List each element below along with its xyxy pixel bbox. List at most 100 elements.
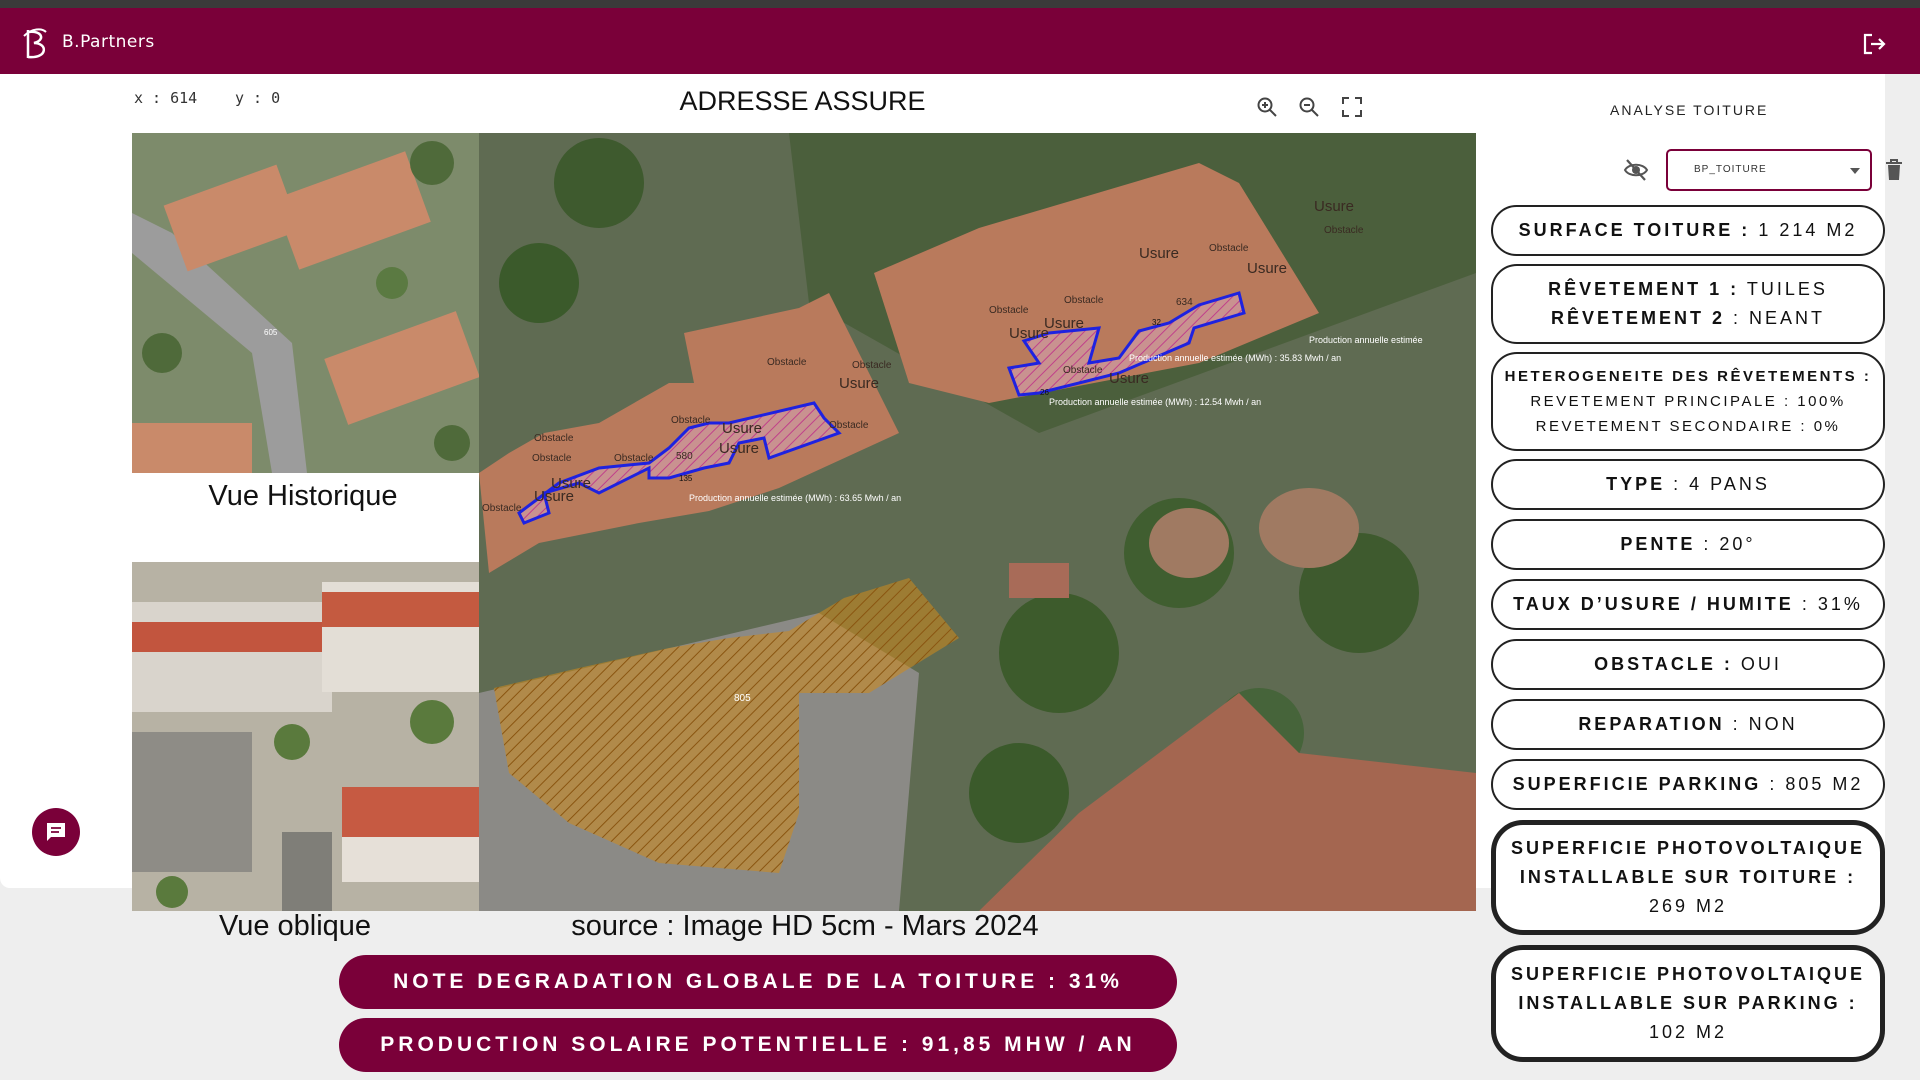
map-annotation: Obstacle [1209,243,1249,254]
map-annotation: Obstacle [767,357,807,368]
map-annotation: Obstacle [852,360,892,371]
card-obstacle: OBSTACLE : OUI [1491,639,1885,690]
card-label: INSTALLABLE SUR PARKING : [1518,993,1858,1013]
card-value: : 31% [1793,594,1863,614]
card-label: RÊVETEMENT 2 [1550,308,1725,328]
satellite-map[interactable]: Production annuelle estimée (MWh) : 63.6… [479,133,1476,911]
map-zone-label-135: Production annuelle estimée (MWh) : 63.6… [689,493,901,503]
layer-select[interactable]: BP_TOITURE [1666,149,1872,191]
card-label: SUPERFICIE PHOTOVOLTAIQUE [1510,838,1866,858]
historical-view-image: 605 [132,133,479,473]
map-annotation: Obstacle [1063,365,1103,376]
map-annotation: Obstacle [989,305,1029,316]
map-parking-label: 805 [734,693,751,704]
oblique-view-image [132,562,479,911]
coord-y-value: 0 [271,89,281,107]
card-value: REVETEMENT SECONDAIRE : 0% [1535,418,1841,435]
map-annotation: Obstacle [534,433,574,444]
map-annotation: Usure [1314,198,1354,215]
card-value: 102 M2 [1648,1022,1728,1042]
card-pente: PENTE : 20° [1491,519,1885,570]
map-annotation: Usure [1009,325,1049,342]
card-pv-toiture: SUPERFICIE PHOTOVOLTAIQUE INSTALLABLE SU… [1491,820,1885,935]
note-degradation-banner: NOTE DEGRADATION GLOBALE DE LA TOITURE :… [339,955,1177,1009]
card-value: : 20° [1695,534,1756,554]
map-annotation: Usure [1247,260,1287,277]
tab-analyse-toiture[interactable]: ANALYSE TOITURE [1592,82,1792,132]
chevron-down-icon [1850,168,1860,174]
card-label: SUPERFICIE PHOTOVOLTAIQUE [1510,964,1866,984]
card-superficie-parking: SUPERFICIE PARKING : 805 M2 [1491,759,1885,810]
map-annotation: Obstacle [614,453,654,464]
map-annotation: Usure [1109,370,1149,387]
card-label: SURFACE TOITURE : [1518,220,1751,240]
card-usure: TAUX D’USURE / HUMITE : 31% [1491,579,1885,630]
production-solaire-banner: PRODUCTION SOLAIRE POTENTIELLE : 91,85 M… [339,1018,1177,1072]
map-zone-label-26: Production annuelle estimée (MWh) : 12.5… [1049,397,1261,407]
historical-view-label: Vue Historique [208,480,398,512]
card-value: : NON [1724,714,1798,734]
map-annotation: 580 [676,451,693,462]
map-annotation: Obstacle [482,503,522,514]
logout-icon[interactable] [1860,30,1888,58]
map-annotation: Usure [839,375,879,392]
map-annotation: 634 [1176,297,1193,308]
brand-logo [23,28,47,59]
coord-x-value: 614 [170,89,198,107]
chat-button[interactable] [32,808,80,856]
page-title: ADRESSE ASSURE [679,86,926,116]
card-pv-parking: SUPERFICIE PHOTOVOLTAIQUE INSTALLABLE SU… [1491,945,1885,1062]
card-value: REVETEMENT PRINCIPALE : 100% [1530,393,1846,410]
card-label: TAUX D’USURE / HUMITE [1513,594,1794,614]
window-top-strip [0,0,1920,8]
coord-y-label: y : [235,89,263,107]
card-value: : 805 M2 [1761,774,1864,794]
layer-select-value: BP_TOITURE [1694,164,1767,175]
card-value: OUI [1732,654,1782,674]
map-annotation: Obstacle [1324,225,1364,236]
map-zone-label-extra: Production annuelle estimée [1309,335,1423,345]
card-reparation: REPARATION : NON [1491,699,1885,750]
trash-icon[interactable] [1884,158,1904,182]
map-zone-id: 26 [1040,388,1049,397]
map-annotation: Usure [534,488,574,505]
card-label: PENTE [1620,534,1696,554]
zoom-out-icon[interactable] [1298,96,1320,118]
map-annotation: Obstacle [829,420,869,431]
fullscreen-icon[interactable] [1341,96,1363,118]
image-source-label: source : Image HD 5cm - Mars 2024 [571,910,1039,942]
map-annotation: Usure [722,420,762,437]
card-label: REPARATION [1578,714,1725,734]
map-annotation: Usure [719,440,759,457]
chat-icon [47,823,65,841]
card-value: 1 214 M2 [1750,220,1858,240]
card-label: HETEROGENEITE DES RÊVETEMENTS : [1504,368,1872,385]
parking-number-label: 605 [264,328,278,337]
eye-off-icon[interactable] [1622,156,1650,184]
map-annotation: Obstacle [1064,295,1104,306]
map-annotation: Usure [1044,315,1084,332]
coord-y: y : 0 [235,89,280,107]
card-revetement: RÊVETEMENT 1 : TUILES RÊVETEMENT 2 : NEA… [1491,264,1885,344]
oblique-view-label: Vue oblique [218,910,372,942]
card-heterogeneite: HETEROGENEITE DES RÊVETEMENTS : REVETEME… [1491,352,1885,451]
brand-name: B.Partners [62,32,155,52]
card-value: 269 M2 [1648,896,1728,916]
card-label: INSTALLABLE SUR TOITURE : [1519,867,1857,887]
map-zone-id: 32 [1152,318,1161,327]
map-zone-label-32: Production annuelle estimée (MWh) : 35.8… [1129,353,1341,363]
map-annotation: Obstacle [671,415,711,426]
card-value: : 4 PANS [1665,474,1770,494]
zoom-in-icon[interactable] [1256,96,1278,118]
map-annotation: Usure [1139,245,1179,262]
card-label: RÊVETEMENT 1 : [1548,279,1740,299]
map-annotation: Obstacle [532,453,572,464]
card-value: : NEANT [1725,308,1826,328]
card-value: TUILES [1739,279,1828,299]
card-surface-toiture: SURFACE TOITURE : 1 214 M2 [1491,205,1885,256]
card-label: TYPE [1606,474,1666,494]
map-zone-id: 135 [679,474,693,483]
card-label: OBSTACLE : [1594,654,1733,674]
card-type: TYPE : 4 PANS [1491,459,1885,510]
app-header: B.Partners [0,8,1920,74]
